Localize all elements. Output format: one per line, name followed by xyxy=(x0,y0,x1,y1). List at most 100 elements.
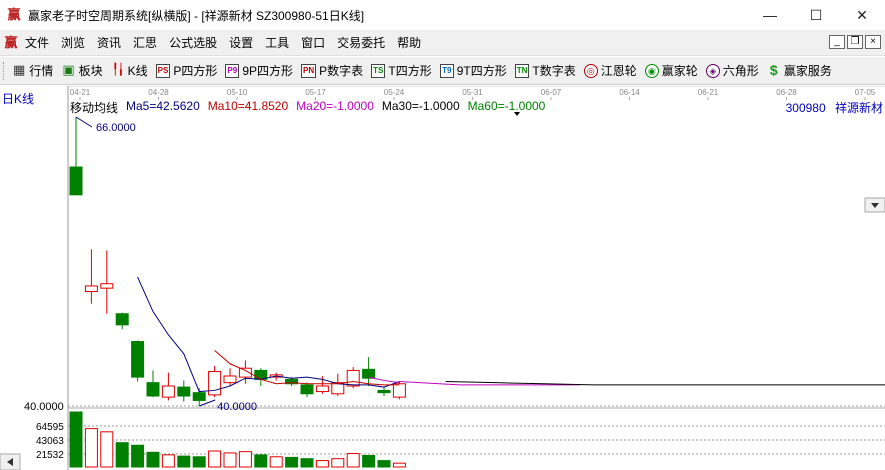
volume-bar-down xyxy=(254,454,268,468)
toolbar-gann-wheel-button[interactable]: ◎ 江恩轮 xyxy=(580,59,641,83)
dollar-icon: $ xyxy=(769,61,778,78)
toolbar-label: 9P四方形 xyxy=(242,64,294,78)
toolbar-label: K线 xyxy=(127,64,148,78)
volume-bar-up xyxy=(100,431,114,468)
low-annotation: 40.0000 xyxy=(217,401,257,413)
candle-body-up xyxy=(84,285,98,293)
t9-icon: T9 xyxy=(439,63,454,78)
kline-icon: ╿╽ xyxy=(112,63,124,76)
winner-wheel-icon: ◉ xyxy=(644,63,659,78)
menu-formula-select[interactable]: 公式选股 xyxy=(163,30,223,56)
date-tick-label: 06-07 xyxy=(541,88,562,97)
toolbar-kline-button[interactable]: ╿╽ K线 xyxy=(107,59,152,83)
volume-bar-up xyxy=(223,452,237,468)
candle-body-down xyxy=(131,341,145,378)
toolbar-t-table-button[interactable]: TN T数字表 xyxy=(511,59,580,83)
date-tick-label: 05-24 xyxy=(384,88,405,97)
app-window: 赢 赢家老子时空周期系统[纵横版] - [祥源新材 SZ300980-51日K线… xyxy=(0,0,885,470)
toolbar-label: 赢家服务 xyxy=(783,64,832,78)
candle-body-down xyxy=(362,368,376,379)
ma20-value: Ma20=-1.0000 xyxy=(296,99,374,113)
toolbar-sector-button[interactable]: ▣ 板块 xyxy=(57,59,106,83)
ma5-value: Ma5=42.5620 xyxy=(126,99,200,113)
minimize-button[interactable]: — xyxy=(747,0,793,30)
toolbar-label: 江恩轮 xyxy=(600,64,637,78)
p9-icon: P9 xyxy=(225,63,240,78)
mdi-restore-button[interactable]: ❐ xyxy=(847,35,863,49)
ps-icon: PS xyxy=(155,63,171,78)
volume-bar-up xyxy=(392,462,406,468)
volume-bar-down xyxy=(131,444,145,468)
date-tick-label: 04-21 xyxy=(70,88,91,97)
toolbar-9p-square-button[interactable]: P9 9P四方形 xyxy=(221,59,297,83)
menu-info[interactable]: 资讯 xyxy=(91,30,127,56)
toolbar-t-square-button[interactable]: TS T四方形 xyxy=(367,59,436,83)
title-bar[interactable]: 赢 赢家老子时空周期系统[纵横版] - [祥源新材 SZ300980-51日K线… xyxy=(0,0,885,30)
volume-bar-up xyxy=(208,450,222,468)
date-tick-label: 05-31 xyxy=(462,88,483,97)
candle-body-down xyxy=(177,386,191,397)
toolbar-p-square-button[interactable]: PS P四方形 xyxy=(152,59,222,83)
close-button[interactable]: ✕ xyxy=(839,0,885,30)
candle-body-down xyxy=(115,313,129,326)
volume-bar-down xyxy=(115,442,129,468)
ma-legend-title: 移动均线 xyxy=(70,101,119,115)
mdi-minimize-button[interactable]: _ xyxy=(829,35,845,49)
toolbar-service-button[interactable]: $ 赢家服务 xyxy=(763,59,836,83)
kline-chart[interactable]: 04-21 04-28 05-10 05-17 05-24 05-31 06-07 06-14… xyxy=(0,86,885,470)
kline-chart-area[interactable]: 04-21 04-28 05-10 05-17 05-24 05-31 06-07 06-14… xyxy=(0,86,885,470)
date-tick-label: 06-21 xyxy=(698,88,719,97)
candle-body-up xyxy=(161,385,175,398)
candle-body-down xyxy=(300,384,314,395)
ma10-value: Ma10=41.8520 xyxy=(207,99,289,113)
ma5-line xyxy=(137,276,400,393)
menu-trade[interactable]: 交易委托 xyxy=(331,30,391,56)
toolbar-grip[interactable] xyxy=(3,61,6,80)
toolbar-quotes-button[interactable]: ▦ 行情 xyxy=(8,59,57,83)
toolbar-p-table-button[interactable]: PN P数字表 xyxy=(297,59,367,83)
mdi-app-icon[interactable]: 赢 xyxy=(3,35,19,51)
menu-huisi[interactable]: 汇思 xyxy=(127,30,163,56)
mdi-close-button[interactable]: × xyxy=(865,35,881,49)
high-annotation: 66.0000 xyxy=(96,122,136,134)
toolbar-9t-square-button[interactable]: T9 9T四方形 xyxy=(436,59,511,83)
toolbar-hexagon-button[interactable]: ◈ 六角形 xyxy=(702,59,763,83)
price-tick-label: 40.0000 xyxy=(24,401,64,413)
menu-file[interactable]: 文件 xyxy=(19,30,55,56)
volume-bar-down xyxy=(300,458,314,468)
volume-bar-down xyxy=(377,460,391,468)
toolbar-label: 六角形 xyxy=(722,64,759,78)
pn-icon: PN xyxy=(301,63,317,78)
toolbar-label: P数字表 xyxy=(319,64,364,78)
menu-help[interactable]: 帮助 xyxy=(391,30,427,56)
menu-bar: 赢 文件 浏览 资讯 汇思 公式选股 设置 工具 窗口 交易委托 帮助 _ ❐ … xyxy=(0,30,885,56)
toolbar-label: P四方形 xyxy=(173,64,218,78)
candle-body-up xyxy=(392,383,406,398)
toolbar-label: 9T四方形 xyxy=(456,64,507,78)
menu-browse[interactable]: 浏览 xyxy=(55,30,91,56)
date-tick-label: 04-28 xyxy=(148,88,169,97)
gann-wheel-icon: ◎ xyxy=(583,63,598,78)
tn-icon: TN xyxy=(514,63,530,78)
volume-bar-up xyxy=(238,451,252,468)
candle-body-down xyxy=(69,166,83,196)
maximize-button[interactable]: ☐ xyxy=(793,0,839,30)
menu-settings[interactable]: 设置 xyxy=(223,30,259,56)
volume-bar-down xyxy=(362,454,376,468)
volume-tick-label: 64595 xyxy=(36,422,64,433)
window-title: 赢家老子时空周期系统[纵横版] - [祥源新材 SZ300980-51日K线] xyxy=(28,8,365,23)
ma-legend: 移动均线 Ma5=42.5620 Ma10=41.8520 Ma20=-1.00… xyxy=(70,99,553,116)
menu-tools[interactable]: 工具 xyxy=(259,30,295,56)
mdi-controls: _ ❐ × xyxy=(829,35,881,49)
stock-name: 祥源新材 xyxy=(834,101,883,115)
ma20-line xyxy=(368,376,400,384)
volume-bar-up xyxy=(269,456,283,468)
app-logo-icon: 赢 xyxy=(7,7,21,22)
date-tick-label: 06-14 xyxy=(619,88,640,97)
volume-bar-down xyxy=(69,411,83,468)
candle-body-down xyxy=(146,382,160,397)
volume-tick-label: 21532 xyxy=(36,450,64,461)
menu-window[interactable]: 窗口 xyxy=(295,30,331,56)
candle-body-up xyxy=(208,371,222,396)
toolbar-winner-wheel-button[interactable]: ◉ 赢家轮 xyxy=(641,59,702,83)
